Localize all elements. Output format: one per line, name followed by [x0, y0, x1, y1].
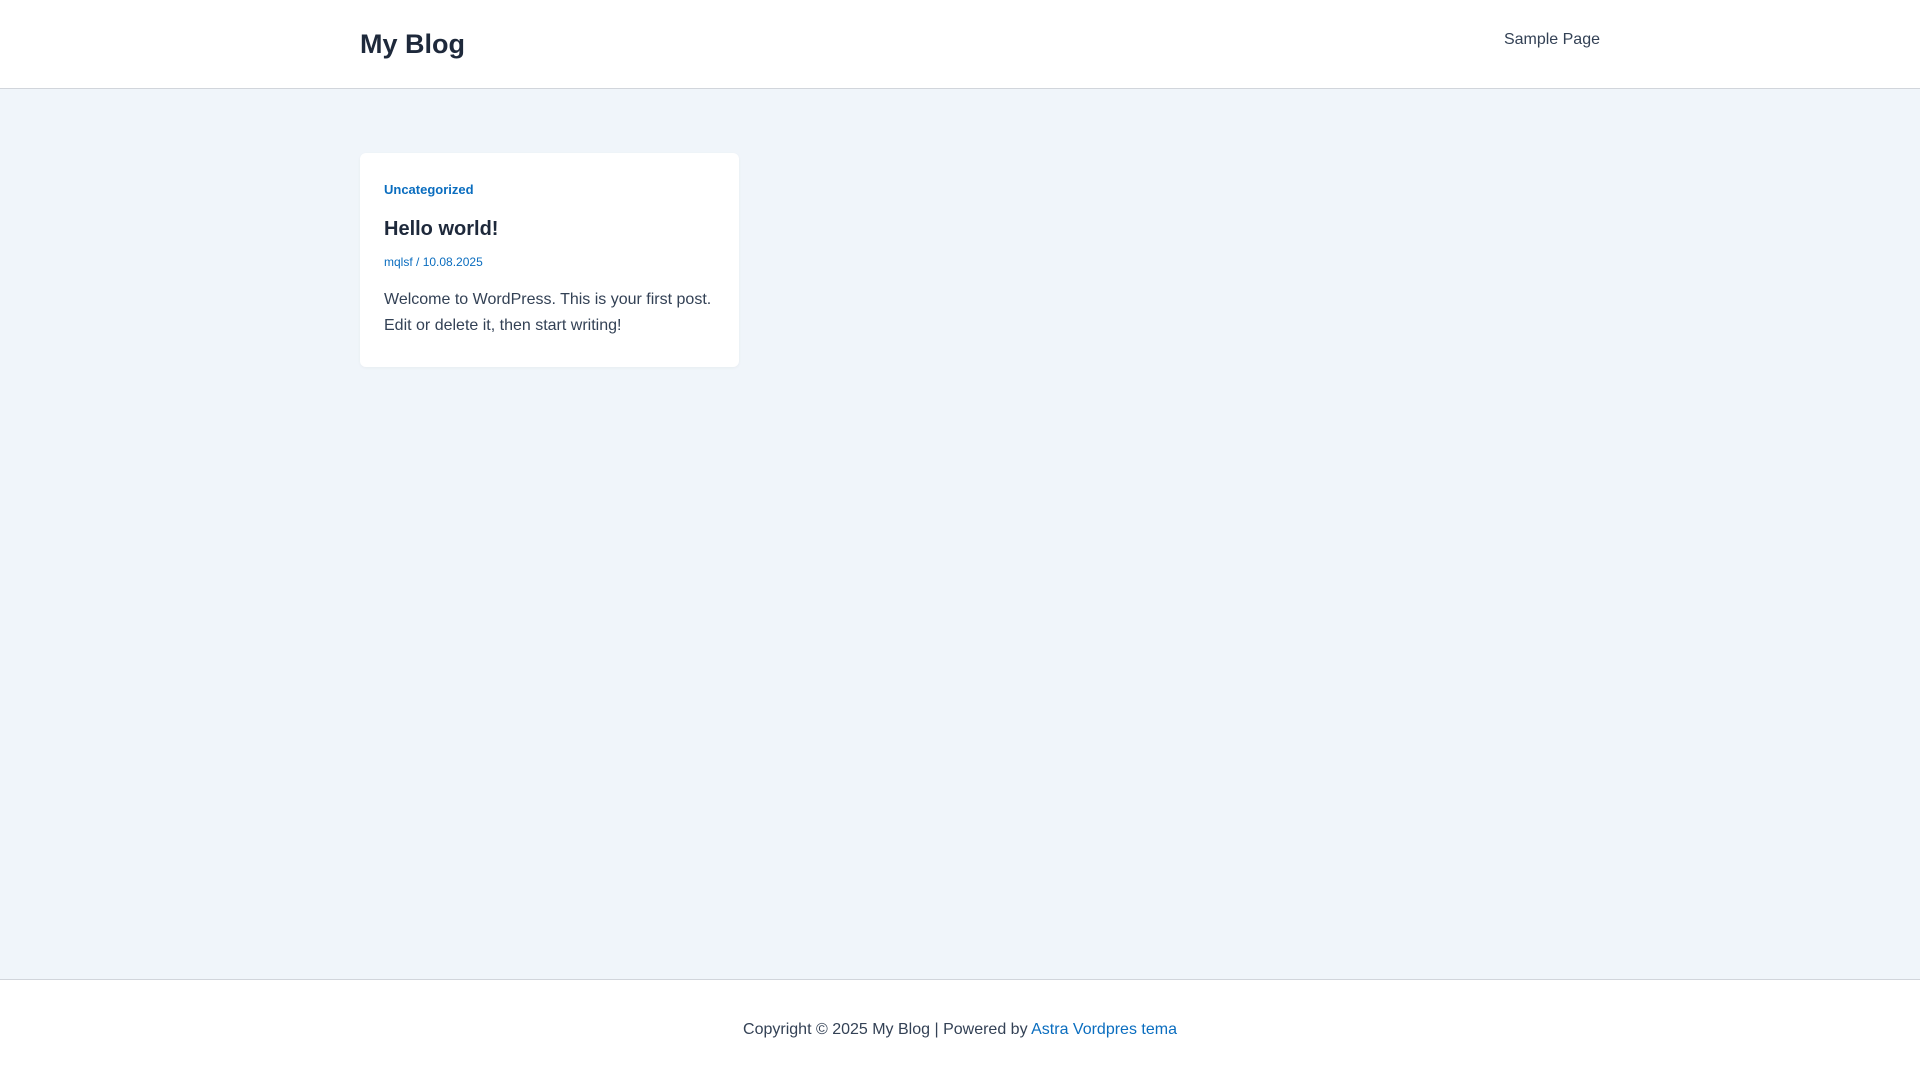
post-author-link[interactable]: mqlsf	[384, 255, 413, 269]
site-header: My Blog Sample Page	[0, 0, 1920, 89]
post-title-link[interactable]: Hello world!	[384, 216, 715, 242]
post-excerpt-line: Edit or delete it, then start writing!	[384, 317, 622, 334]
footer-copyright: Copyright © 2025 My Blog | Powered by As…	[0, 1019, 1920, 1041]
post-excerpt-line: Welcome to WordPress. This is your first…	[384, 291, 712, 308]
post-meta: mqlsf / 10.08.2025	[384, 254, 715, 270]
post-meta-separator: /	[412, 255, 423, 269]
footer-copyright-text: Copyright © 2025 My Blog | Powered by	[743, 1021, 1032, 1038]
post-excerpt: Welcome to WordPress. This is your first…	[384, 287, 715, 339]
footer-theme-link[interactable]: Astra Vordpres tema	[1031, 1021, 1177, 1038]
post-category-link[interactable]: Uncategorized	[384, 182, 715, 198]
post-card: Uncategorized Hello world! mqlsf / 10.08…	[360, 153, 739, 367]
site-footer: Copyright © 2025 My Blog | Powered by As…	[0, 979, 1920, 1080]
post-date-link[interactable]: 10.08.2025	[423, 255, 483, 269]
nav-item-sample-page[interactable]: Sample Page	[1504, 25, 1600, 55]
site-content: Uncategorized Hello world! mqlsf / 10.08…	[0, 89, 1920, 979]
main-navigation: Sample Page	[1420, 24, 1600, 56]
site-title-link[interactable]: My Blog	[360, 26, 465, 62]
